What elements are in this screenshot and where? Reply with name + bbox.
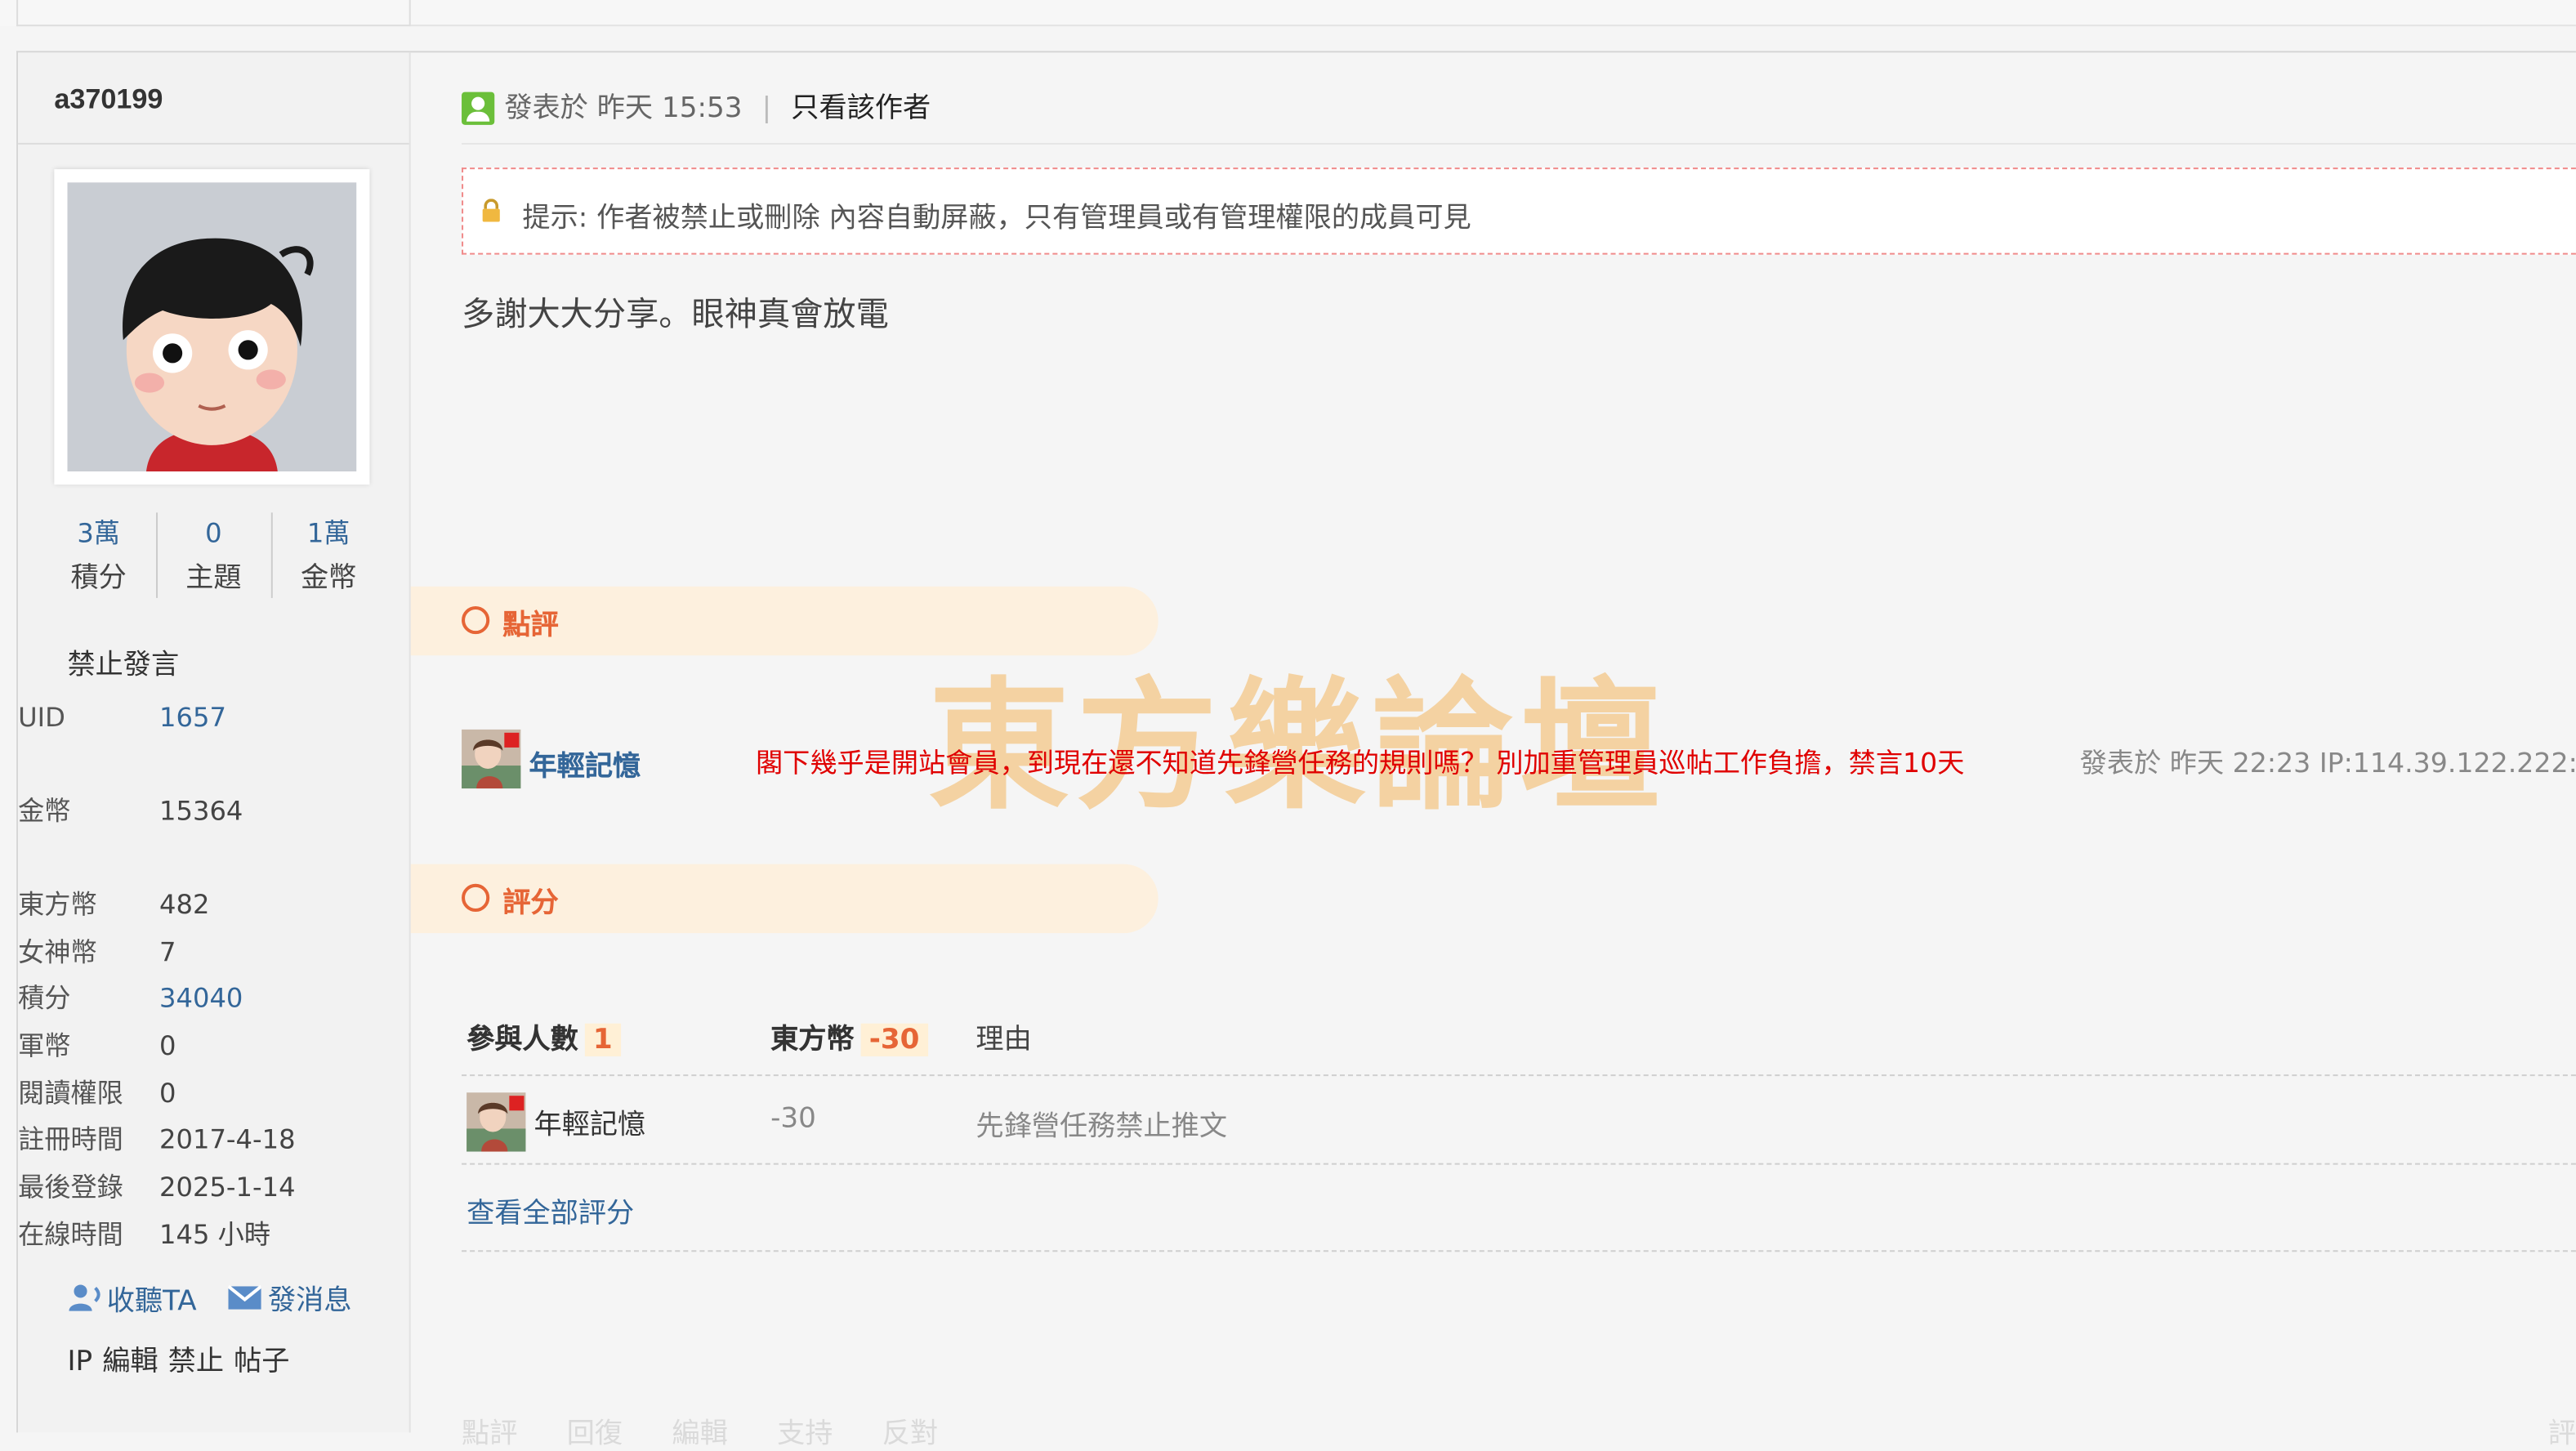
admin-ban-link[interactable]: 禁止	[168, 1346, 224, 1378]
comment-item: 年輕記憶 閣下幾乎是開站會員，到現在還不知道先鋒營任務的規則嗎？ 別加重管理員巡…	[462, 729, 2576, 795]
post-footer-actions: 點評 回復 編輯 支持 反對	[462, 1409, 987, 1450]
post-body: 多謝大大分享。眼神真會放電	[462, 293, 889, 334]
user-group-status: 禁止發言	[67, 649, 180, 682]
comment-text: 閣下幾乎是開站會員，到現在還不知道先鋒營任務的規則嗎？ 別加重管理員巡帖工作負擔…	[755, 747, 1965, 779]
participants-count: 1	[584, 1023, 621, 1056]
follow-label: 收聽TA	[106, 1284, 197, 1318]
info-key: 在線時間	[18, 1219, 123, 1251]
info-key: 金幣	[18, 795, 71, 827]
info-value: 482	[159, 888, 210, 921]
rate-button[interactable]: 評	[2548, 1409, 2576, 1450]
info-key: 軍幣	[18, 1029, 71, 1061]
edit-button[interactable]: 編輯	[672, 1418, 727, 1450]
stat-value: 3萬	[77, 517, 120, 549]
reason-header: 理由	[975, 1023, 1032, 1056]
page-root: a370199 3萬 積分 0 主題 1萬 金幣 禁止發言 UID 1657 金…	[0, 0, 2576, 1451]
rating-value: -30	[770, 1102, 816, 1136]
info-value: 2025-1-14	[159, 1171, 296, 1203]
stat-label: 積分	[70, 561, 127, 595]
admin-edit-link[interactable]: 編輯	[102, 1346, 158, 1378]
info-key: 積分	[18, 982, 71, 1014]
info-key: 最後登錄	[18, 1171, 123, 1203]
support-button[interactable]: 支持	[777, 1418, 833, 1450]
rating-title: 評分	[502, 886, 559, 921]
info-value[interactable]: 1657	[159, 700, 226, 736]
admin-links: IP 編輯 禁止 帖子	[67, 1337, 299, 1378]
oppose-button[interactable]: 反對	[882, 1418, 938, 1450]
rating-reason: 先鋒營任務禁止推文	[975, 1110, 1228, 1144]
participants-label: 參與人數	[467, 1023, 578, 1056]
info-value: 15364	[159, 795, 243, 827]
only-author-link[interactable]: 只看該作者	[791, 92, 931, 125]
reply-button[interactable]: 回復	[567, 1418, 623, 1450]
rating-currency-header: 東方幣 -30	[770, 1016, 928, 1056]
stat-label: 金幣	[300, 561, 357, 595]
info-key: 女神幣	[18, 936, 97, 968]
circle-icon	[462, 883, 490, 912]
top-nav-strip	[0, 0, 2576, 27]
user-actions: 收聽TA 發消息	[67, 1276, 352, 1318]
follow-button[interactable]: 收聽TA	[67, 1280, 205, 1318]
info-key: 東方幣	[18, 888, 97, 921]
commenter-name-link[interactable]: 年輕記憶	[529, 743, 641, 784]
header-divider	[462, 142, 2576, 145]
stat-points[interactable]: 3萬 積分	[41, 512, 156, 601]
comment-meta: 發表於 昨天 22:23 IP:114.39.122.222:	[2079, 747, 2576, 779]
avatar[interactable]	[54, 169, 370, 485]
rater-name-link[interactable]: 年輕記憶	[534, 1101, 646, 1141]
currency-total: -30	[860, 1023, 928, 1056]
info-value: 7	[159, 936, 176, 968]
commenter-avatar-icon[interactable]	[462, 729, 521, 789]
info-key: UID	[18, 701, 65, 733]
send-message-label: 發消息	[267, 1284, 352, 1318]
info-value: 145 小時	[159, 1219, 271, 1251]
admin-ip-link[interactable]: IP	[67, 1346, 92, 1378]
send-message-button[interactable]: 發消息	[227, 1280, 352, 1318]
stat-coins[interactable]: 1萬 金幣	[271, 512, 386, 601]
header-separator: |	[761, 92, 772, 125]
circle-icon	[462, 605, 490, 635]
rating-participants: 參與人數 1	[467, 1016, 621, 1056]
rating-section-header: 評分	[410, 864, 1159, 934]
lock-icon	[482, 199, 500, 222]
currency-label: 東方幣	[770, 1023, 855, 1056]
rater-avatar-icon[interactable]	[467, 1092, 526, 1152]
stat-label: 主題	[185, 561, 242, 595]
username-link[interactable]: a370199	[54, 84, 163, 117]
comment-button[interactable]: 點評	[462, 1418, 517, 1450]
stat-value: 1萬	[306, 517, 350, 549]
admin-posts-link[interactable]: 帖子	[234, 1346, 289, 1378]
posted-time: 昨天 15:53	[596, 92, 743, 125]
post-header: 發表於 昨天 15:53 | 只看該作者	[462, 84, 931, 125]
blocked-notice: 提示: 作者被禁止或刪除 內容自動屏蔽，只有管理員或有管理權限的成員可見	[462, 167, 2576, 255]
sidebar-divider	[18, 142, 409, 145]
notice-text: 提示: 作者被禁止或刪除 內容自動屏蔽，只有管理員或有管理權限的成員可見	[522, 202, 1471, 235]
post-content: 發表於 昨天 15:53 | 只看該作者 提示: 作者被禁止或刪除 內容自動屏蔽，只…	[410, 52, 2576, 1451]
info-key: 註冊時間	[18, 1123, 123, 1155]
comments-title: 點評	[502, 609, 559, 643]
rating-divider	[462, 1163, 2576, 1165]
follow-icon	[69, 1284, 100, 1310]
view-all-ratings-link[interactable]: 查看全部評分	[467, 1190, 634, 1230]
rating-divider	[462, 1250, 2576, 1252]
rating-divider	[462, 1074, 2576, 1077]
envelope-icon	[227, 1284, 263, 1309]
info-value[interactable]: 34040	[159, 980, 243, 1016]
avatar-icon	[67, 182, 357, 472]
user-sidebar: a370199 3萬 積分 0 主題 1萬 金幣 禁止發言 UID 1657 金…	[18, 52, 411, 1433]
stat-value: 0	[205, 517, 222, 549]
info-value: 2017-4-18	[159, 1123, 296, 1155]
info-value: 0	[159, 1029, 176, 1061]
posted-label: 發表於	[504, 92, 588, 125]
info-key: 閱讀權限	[18, 1078, 123, 1109]
comments-section-header: 點評	[410, 586, 1159, 656]
online-status-icon	[462, 92, 495, 125]
stat-threads[interactable]: 0 主題	[156, 512, 271, 601]
user-stats: 3萬 積分 0 主題 1萬 金幣	[41, 512, 386, 601]
info-value: 0	[159, 1078, 176, 1109]
